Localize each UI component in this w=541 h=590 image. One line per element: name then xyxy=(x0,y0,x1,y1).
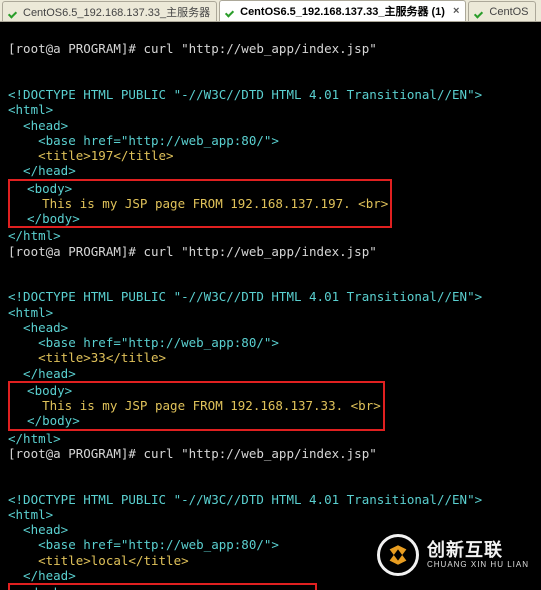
output-line: </html> xyxy=(8,228,61,243)
tab-label: CentOS xyxy=(489,6,528,18)
close-icon[interactable]: × xyxy=(453,5,459,17)
highlight-box-3: <body> This is my JSP page From local. <… xyxy=(8,583,317,590)
terminal[interactable]: [root@a PROGRAM]# curl "http://web_app/i… xyxy=(0,22,541,590)
highlight-box-2: <body> This is my JSP page FROM 192.168.… xyxy=(8,381,385,431)
check-icon xyxy=(9,7,19,17)
tab-server-2[interactable]: CentOS6.5_192.168.137.33_主服务器 (1) × xyxy=(219,0,466,21)
output-line: This is my JSP page FROM 192.168.137.197… xyxy=(12,196,388,211)
output-line: </head> xyxy=(8,163,76,178)
output-line: <body> xyxy=(12,383,72,398)
output-line: <!DOCTYPE HTML PUBLIC "-//W3C//DTD HTML … xyxy=(8,492,482,507)
tab-server-1[interactable]: CentOS6.5_192.168.137.33_主服务器 xyxy=(2,1,217,21)
output-line: <head> xyxy=(8,118,68,133)
check-icon xyxy=(226,6,236,16)
watermark-cn: 创新互联 xyxy=(427,541,529,559)
watermark: 创新互联 CHUANG XIN HU LIAN xyxy=(377,534,529,576)
watermark-text: 创新互联 CHUANG XIN HU LIAN xyxy=(427,541,529,569)
output-line: <title>197</title> xyxy=(8,148,174,163)
output-line: </head> xyxy=(8,568,76,583)
output-line: <base href="http://web_app:80/"> xyxy=(8,335,279,350)
tab-label: CentOS6.5_192.168.137.33_主服务器 xyxy=(23,4,210,20)
output-line: <html> xyxy=(8,507,53,522)
output-line: <!DOCTYPE HTML PUBLIC "-//W3C//DTD HTML … xyxy=(8,289,482,304)
output-line: <html> xyxy=(8,102,53,117)
output-line: <head> xyxy=(8,522,68,537)
output-line: </body> xyxy=(12,211,80,226)
shell-prompt: [root@a PROGRAM]# xyxy=(8,244,136,259)
output-line: </body> xyxy=(12,413,80,428)
tab-label: CentOS6.5_192.168.137.33_主服务器 (1) xyxy=(240,3,445,19)
output-line: </head> xyxy=(8,366,76,381)
watermark-logo-icon xyxy=(377,534,419,576)
highlight-box-1: <body> This is my JSP page FROM 192.168.… xyxy=(8,179,392,229)
output-line: <html> xyxy=(8,305,53,320)
curl-command: curl "http://web_app/index.jsp" xyxy=(143,244,376,259)
shell-prompt: [root@a PROGRAM]# xyxy=(8,446,136,461)
output-line: <!DOCTYPE HTML PUBLIC "-//W3C//DTD HTML … xyxy=(8,87,482,102)
output-line: <title>33</title> xyxy=(8,350,166,365)
curl-command: curl "http://web_app/index.jsp" xyxy=(143,41,376,56)
watermark-en: CHUANG XIN HU LIAN xyxy=(427,561,529,569)
check-icon xyxy=(475,7,485,17)
shell-prompt: [root@a PROGRAM]# xyxy=(8,41,136,56)
tab-bar: CentOS6.5_192.168.137.33_主服务器 CentOS6.5_… xyxy=(0,0,541,22)
output-line: <head> xyxy=(8,320,68,335)
output-line: <base href="http://web_app:80/"> xyxy=(8,133,279,148)
output-line: <body> xyxy=(12,181,72,196)
tab-server-3[interactable]: CentOS xyxy=(468,1,535,21)
curl-command: curl "http://web_app/index.jsp" xyxy=(143,446,376,461)
output-line: <title>local</title> xyxy=(8,553,189,568)
output-line: <body> xyxy=(12,585,72,590)
output-line: This is my JSP page FROM 192.168.137.33.… xyxy=(12,398,381,413)
output-line: </html> xyxy=(8,431,61,446)
output-line: <base href="http://web_app:80/"> xyxy=(8,537,279,552)
